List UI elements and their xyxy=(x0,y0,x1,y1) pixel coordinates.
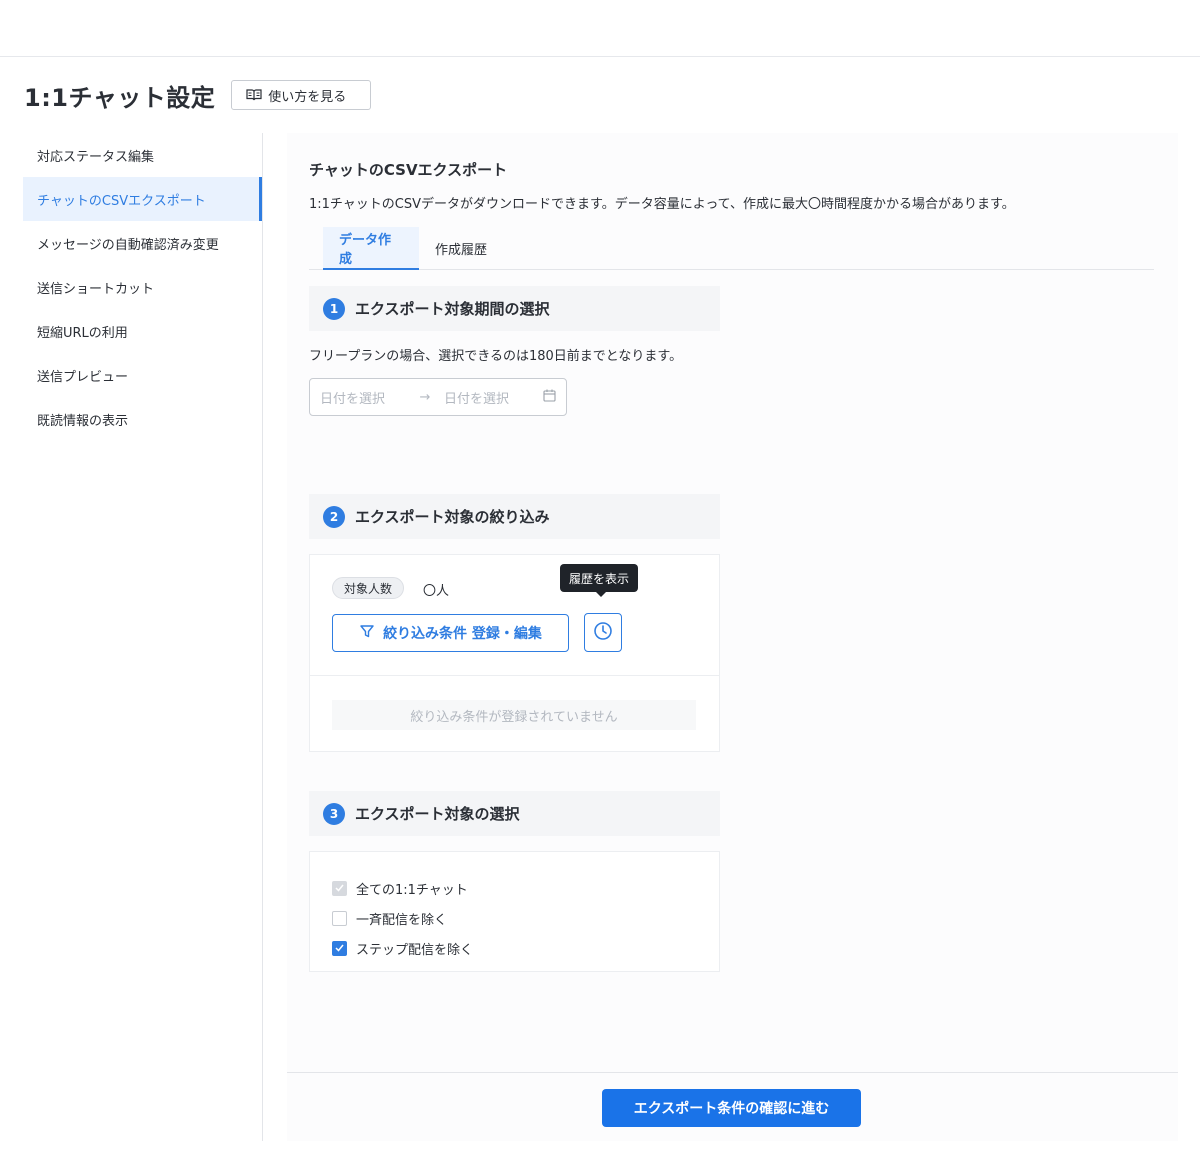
page-header: 1:1チャット設定 使い方を見る xyxy=(24,78,372,112)
start-date-input[interactable]: 日付を選択 xyxy=(320,388,410,407)
howto-label: 使い方を見る xyxy=(268,89,347,105)
footer-bar: エクスポート条件の確認に進む xyxy=(287,1072,1178,1141)
step1-header: 1 エクスポート対象期間の選択 xyxy=(309,286,720,331)
step3-number: 3 xyxy=(323,802,345,825)
sidebar-item-csv-export[interactable]: チャットのCSVエクスポート xyxy=(23,177,262,221)
option-exclude-step-label: ステップ配信を除く xyxy=(356,942,474,958)
book-icon xyxy=(246,88,262,102)
sidebar-item-auto-read[interactable]: メッセージの自動確認済み変更 xyxy=(23,221,262,265)
calendar-icon[interactable] xyxy=(543,389,556,406)
plan-note: フリープランの場合、選択できるのは180日前までとなります。 xyxy=(309,349,683,364)
checkbox-exclude-broadcast[interactable] xyxy=(332,910,347,926)
sidebar-item-read-info[interactable]: 既読情報の表示 xyxy=(23,397,262,441)
sidebar-item-short-url[interactable]: 短縮URLの利用 xyxy=(23,309,262,353)
arrow-right-icon: → xyxy=(419,389,431,405)
settings-sidebar: 対応ステータス編集 チャットのCSVエクスポート メッセージの自動確認済み変更 … xyxy=(23,133,263,1141)
option-exclude-broadcast-label: 一斉配信を除く xyxy=(356,912,448,928)
filter-button-label: 絞り込み条件 登録・編集 xyxy=(383,626,542,642)
end-date-input[interactable]: 日付を選択 xyxy=(444,388,534,407)
sidebar-item-send-preview[interactable]: 送信プレビュー xyxy=(23,353,262,397)
main-content: チャットのCSVエクスポート 1:1チャットのCSVデータがダウンロードできます… xyxy=(287,133,1178,1141)
section-title: チャットのCSVエクスポート xyxy=(309,161,508,179)
target-options: 全ての1:1チャット 一斉配信を除く ステップ配信を除く xyxy=(309,851,720,972)
step2-number: 2 xyxy=(323,505,345,528)
date-range-picker[interactable]: 日付を選択 → 日付を選択 xyxy=(309,378,567,416)
tab-bar: データ作成 作成履歴 xyxy=(309,227,1154,270)
option-exclude-step[interactable]: ステップ配信を除く xyxy=(310,933,719,963)
filter-icon xyxy=(359,623,375,643)
howto-button[interactable]: 使い方を見る xyxy=(231,80,372,110)
option-exclude-broadcast[interactable]: 一斉配信を除く xyxy=(310,903,719,933)
page-title: 1:1チャット設定 xyxy=(24,83,216,112)
filter-controls: 対象人数 〇人 履歴を表示 絞り込み条件 登録・編集 xyxy=(310,555,719,676)
history-tooltip: 履歴を表示 xyxy=(560,564,639,597)
step3-header: 3 エクスポート対象の選択 xyxy=(309,791,720,836)
section-description: 1:1チャットのCSVデータがダウンロードできます。データ容量によって、作成に最… xyxy=(309,197,1015,212)
filter-panel: 対象人数 〇人 履歴を表示 絞り込み条件 登録・編集 絞り込み条件が登録されてい… xyxy=(309,554,720,752)
target-count-badge: 対象人数 xyxy=(332,577,405,599)
filter-edit-button[interactable]: 絞り込み条件 登録・編集 xyxy=(332,614,569,652)
checkbox-exclude-step[interactable] xyxy=(332,940,347,956)
tab-history[interactable]: 作成履歴 xyxy=(419,227,503,270)
step3-title: エクスポート対象の選択 xyxy=(355,805,520,823)
tab-data-create[interactable]: データ作成 xyxy=(323,227,419,270)
step2-header: 2 エクスポート対象の絞り込み xyxy=(309,494,720,539)
target-count-value: 〇人 xyxy=(423,584,450,599)
proceed-button[interactable]: エクスポート条件の確認に進む xyxy=(602,1089,861,1127)
history-button[interactable] xyxy=(584,613,622,652)
clock-icon xyxy=(593,621,613,645)
option-all-chats: 全ての1:1チャット xyxy=(310,873,719,903)
step1-number: 1 xyxy=(323,297,345,320)
step1-title: エクスポート対象期間の選択 xyxy=(355,300,550,318)
empty-filter-message: 絞り込み条件が登録されていません xyxy=(332,700,696,730)
sidebar-item-send-shortcut[interactable]: 送信ショートカット xyxy=(23,265,262,309)
top-bar xyxy=(0,0,1200,57)
checkbox-all-chats xyxy=(332,880,347,896)
option-all-chats-label: 全ての1:1チャット xyxy=(356,882,468,898)
sidebar-item-status-edit[interactable]: 対応ステータス編集 xyxy=(23,133,262,177)
step2-title: エクスポート対象の絞り込み xyxy=(355,508,550,526)
